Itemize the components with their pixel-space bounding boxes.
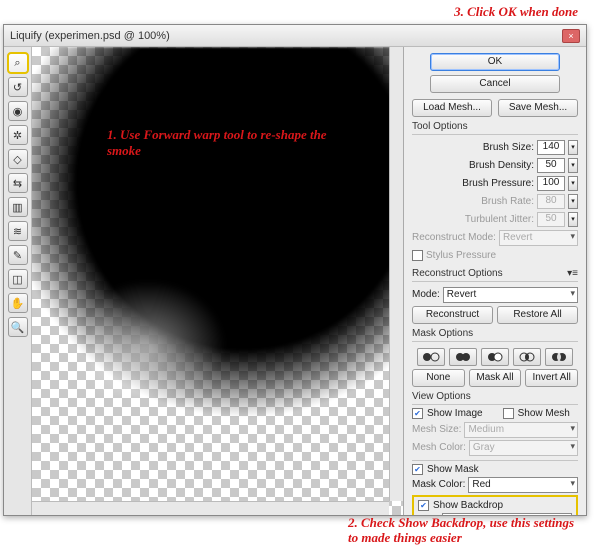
- brush-size-label: Brush Size:: [483, 142, 534, 153]
- image-smoke: [92, 275, 232, 395]
- turbulence-tool-icon[interactable]: ≋: [8, 221, 28, 241]
- reconstruct-mode2-select[interactable]: Revert: [443, 287, 578, 303]
- mask-color-select[interactable]: Red: [468, 477, 578, 493]
- reconstruct-mode-label: Reconstruct Mode:: [412, 232, 496, 243]
- annotation-1: 1. Use Forward warp tool to re-shape the…: [107, 127, 327, 158]
- tool-toolbar: ⌕ ↺ ◉ ✲ ◇ ⇆ ▥ ≋ ✎ ◫ ✋ 🔍: [4, 47, 32, 515]
- horizontal-scrollbar[interactable]: [32, 501, 389, 515]
- tool-options-group: Brush Size:140▾ Brush Density:50▾ Brush …: [412, 134, 578, 264]
- load-mesh-button[interactable]: Load Mesh...: [412, 99, 492, 117]
- mask-subtract-icon[interactable]: [481, 348, 509, 366]
- brush-rate-label: Brush Rate:: [481, 196, 534, 207]
- mask-options-label: Mask Options: [412, 328, 578, 339]
- mask-intersect-icon[interactable]: [513, 348, 541, 366]
- reconstruct-flyout-icon[interactable]: ▾≡: [567, 268, 578, 279]
- mesh-size-label: Mesh Size:: [412, 424, 461, 435]
- pucker-tool-icon[interactable]: ✲: [8, 125, 28, 145]
- show-mask-checkbox[interactable]: [412, 464, 423, 475]
- mask-options-group: None Mask All Invert All: [412, 341, 578, 387]
- reconstruct-mode-select: Revert: [499, 230, 578, 246]
- mesh-size-select: Medium: [464, 422, 578, 438]
- reconstruct-tool-icon[interactable]: ↺: [8, 77, 28, 97]
- reconstruct-options-group: Mode:Revert Reconstruct Restore All: [412, 281, 578, 324]
- restore-all-button[interactable]: Restore All: [497, 306, 578, 324]
- mesh-color-label: Mesh Color:: [412, 442, 466, 453]
- bloat-tool-icon[interactable]: ◇: [8, 149, 28, 169]
- show-backdrop-label: Show Backdrop: [433, 500, 503, 511]
- view-options-label: View Options: [412, 391, 578, 402]
- twirl-tool-icon[interactable]: ◉: [8, 101, 28, 121]
- cancel-button[interactable]: Cancel: [430, 75, 560, 93]
- show-mask-label: Show Mask: [427, 464, 479, 475]
- annotation-2: 2. Check Show Backdrop, use this setting…: [348, 515, 578, 546]
- vertical-scrollbar[interactable]: [389, 47, 403, 501]
- mask-add-icon[interactable]: [449, 348, 477, 366]
- view-options-group: Show Image Show Mesh Mesh Size:Medium Me…: [412, 404, 578, 515]
- mask-exclude-icon[interactable]: [545, 348, 573, 366]
- brush-rate-input: 80: [537, 194, 565, 209]
- turbulent-jitter-input: 50: [537, 212, 565, 227]
- window-title: Liquify (experimen.psd @ 100%): [10, 30, 170, 42]
- show-mesh-label: Show Mesh: [518, 408, 570, 419]
- mask-replace-icon[interactable]: [417, 348, 445, 366]
- options-panel: OK Cancel Load Mesh... Save Mesh... Tool…: [404, 47, 586, 515]
- stylus-pressure-label: Stylus Pressure: [426, 250, 496, 261]
- hand-tool-icon[interactable]: ✋: [8, 293, 28, 313]
- reconstruct-button[interactable]: Reconstruct: [412, 306, 493, 324]
- mirror-tool-icon[interactable]: ▥: [8, 197, 28, 217]
- turbulent-jitter-label: Turbulent Jitter:: [465, 214, 534, 225]
- brush-pressure-input[interactable]: 100: [537, 176, 565, 191]
- thaw-mask-tool-icon[interactable]: ◫: [8, 269, 28, 289]
- annotation-3: 3. Click OK when done: [454, 4, 578, 20]
- show-image-label: Show Image: [427, 408, 483, 419]
- brush-pressure-stepper[interactable]: ▾: [568, 176, 578, 191]
- brush-pressure-label: Brush Pressure:: [462, 178, 534, 189]
- show-backdrop-checkbox[interactable]: [418, 500, 429, 511]
- brush-density-input[interactable]: 50: [537, 158, 565, 173]
- zoom-tool-icon[interactable]: 🔍: [8, 317, 28, 337]
- brush-rate-stepper: ▾: [568, 194, 578, 209]
- brush-size-stepper[interactable]: ▾: [568, 140, 578, 155]
- show-mesh-checkbox[interactable]: [503, 408, 514, 419]
- mask-none-button[interactable]: None: [412, 369, 465, 387]
- freeze-mask-tool-icon[interactable]: ✎: [8, 245, 28, 265]
- reconstruct-options-label: Reconstruct Options: [412, 268, 503, 279]
- brush-size-input[interactable]: 140: [537, 140, 565, 155]
- stylus-pressure-checkbox: [412, 250, 423, 261]
- image-silhouette: [32, 47, 404, 467]
- save-mesh-button[interactable]: Save Mesh...: [498, 99, 578, 117]
- show-backdrop-highlight: Show Backdrop Use:Layer 1 Mode:Behind Op…: [412, 495, 578, 515]
- mesh-color-select: Gray: [469, 440, 578, 456]
- mask-all-button[interactable]: Mask All: [469, 369, 522, 387]
- push-left-tool-icon[interactable]: ⇆: [8, 173, 28, 193]
- invert-all-button[interactable]: Invert All: [525, 369, 578, 387]
- mask-color-label: Mask Color:: [412, 479, 465, 490]
- tool-options-label: Tool Options: [412, 121, 578, 132]
- preview-canvas[interactable]: 1. Use Forward warp tool to re-shape the…: [32, 47, 404, 515]
- brush-density-label: Brush Density:: [469, 160, 534, 171]
- liquify-dialog: Liquify (experimen.psd @ 100%) × ⌕ ↺ ◉ ✲…: [3, 24, 587, 516]
- ok-button[interactable]: OK: [430, 53, 560, 71]
- show-image-checkbox[interactable]: [412, 408, 423, 419]
- close-icon[interactable]: ×: [562, 29, 580, 43]
- brush-density-stepper[interactable]: ▾: [568, 158, 578, 173]
- turbulent-jitter-stepper: ▾: [568, 212, 578, 227]
- titlebar[interactable]: Liquify (experimen.psd @ 100%) ×: [4, 25, 586, 47]
- forward-warp-tool-icon[interactable]: ⌕: [8, 53, 28, 73]
- reconstruct-mode2-label: Mode:: [412, 289, 440, 300]
